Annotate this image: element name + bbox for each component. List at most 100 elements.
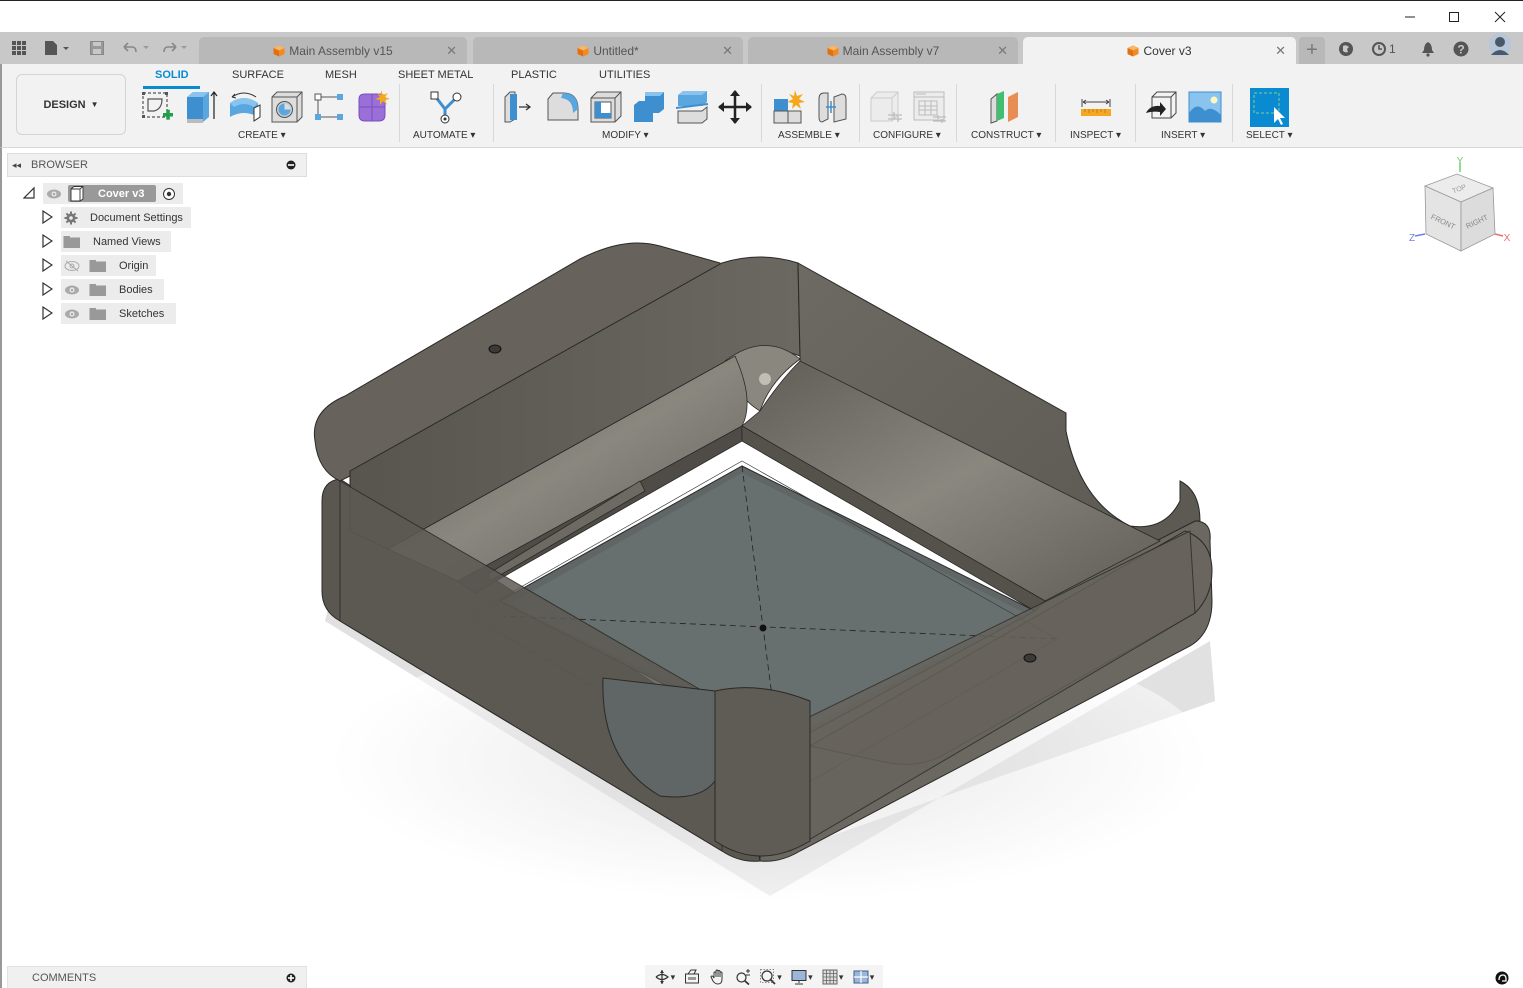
redo-button[interactable] [162,38,192,58]
press-pull-icon[interactable] [501,89,537,125]
fillet-icon[interactable] [545,89,581,125]
eye-icon[interactable] [64,284,80,296]
construct-menu[interactable]: CONSTRUCT ▾ [971,130,1041,141]
assemble-menu[interactable]: ASSEMBLE ▾ [778,130,840,141]
tab-sheet-metal[interactable]: SHEET METAL [398,69,473,81]
expand-icon[interactable] [41,210,53,224]
tree-item-bodies[interactable]: Bodies [64,280,153,299]
tab-close-button[interactable]: ✕ [722,43,733,59]
close-window-button[interactable] [1477,5,1523,29]
3d-viewport[interactable] [2,148,1523,988]
configuration-table-icon[interactable] [911,89,947,125]
notifications-button[interactable] [1421,40,1435,58]
add-comment-icon[interactable] [286,973,296,983]
extrude-icon[interactable] [183,89,219,125]
automate-icon[interactable] [428,89,464,125]
collapse-root-icon[interactable] [23,186,35,200]
tab-surface[interactable]: SURFACE [232,69,284,81]
document-tab-active[interactable]: Cover v3 ✕ [1023,37,1296,64]
tree-root-item[interactable]: Cover v3 [46,184,176,203]
eye-hidden-icon[interactable] [64,260,80,272]
create-form-icon[interactable] [355,89,391,125]
document-tab[interactable]: Untitled* ✕ [473,37,743,64]
combine-icon[interactable] [631,89,667,125]
expand-icon[interactable] [41,258,53,272]
shell-icon[interactable] [588,89,624,125]
tree-item-sketches[interactable]: Sketches [64,304,164,323]
automate-menu[interactable]: AUTOMATE ▾ [413,130,475,141]
automate-label: AUTOMATE [413,130,468,141]
insert-menu[interactable]: INSERT ▾ [1161,130,1205,141]
expand-icon[interactable] [41,234,53,248]
expand-icon[interactable] [41,306,53,320]
eye-icon[interactable] [46,188,62,200]
tab-close-button[interactable]: ✕ [446,43,457,59]
configure-menu[interactable]: CONFIGURE ▾ [873,130,941,141]
help-button[interactable]: ? [1453,40,1469,58]
browser-minimize-icon[interactable] [286,160,296,170]
tab-mesh[interactable]: MESH [325,69,357,81]
new-tab-button[interactable]: + [1299,37,1325,64]
pan-button[interactable] [710,969,726,985]
viewports-button[interactable]: ▾ [853,969,874,985]
measure-icon[interactable] [1078,89,1114,125]
navigation-bar: ▾ ▾ ▾ ▾ ▾ [645,965,883,988]
display-settings-button[interactable]: ▾ [791,969,813,985]
save-button[interactable] [90,38,104,58]
minimize-button[interactable] [1387,5,1433,29]
zoom-button[interactable] [735,969,751,985]
modify-menu[interactable]: MODIFY ▾ [602,130,649,141]
tree-item-named-views[interactable]: Named Views [63,232,161,251]
insert-derive-icon[interactable] [1144,89,1180,125]
create-sketch-icon[interactable] [140,89,176,125]
orbit-button[interactable]: ▾ [654,969,675,985]
undo-icon [123,42,149,53]
tab-close-button[interactable]: ✕ [1275,43,1286,59]
file-menu-button[interactable] [44,38,72,58]
configure-body-icon[interactable] [868,89,904,125]
hole-icon[interactable] [269,89,305,125]
joint-icon[interactable] [814,89,850,125]
undo-button[interactable] [122,38,152,58]
construct-plane-icon[interactable] [988,89,1024,125]
tab-solid[interactable]: SOLID [155,69,189,81]
grid-settings-button[interactable]: ▾ [822,969,843,985]
user-profile-button[interactable] [1488,33,1512,57]
mounting-hole [1023,653,1037,663]
insert-image-icon[interactable] [1187,89,1223,125]
feedback-icon[interactable] [1495,971,1509,985]
workspace-switcher[interactable]: DESIGN ▼ [16,74,126,135]
comments-panel[interactable]: COMMENTS [7,966,307,988]
expand-icon[interactable] [41,282,53,296]
fit-button[interactable]: ▾ [760,969,782,985]
extensions-button[interactable] [1338,40,1354,58]
viewcube[interactable]: TOP FRONT RIGHT Y Z X [1405,156,1515,261]
eye-icon[interactable] [64,308,80,320]
tab-close-button[interactable]: ✕ [997,43,1008,59]
tab-plastic[interactable]: PLASTIC [511,69,557,81]
apps-grid-button[interactable] [12,38,26,58]
rectangular-pattern-icon[interactable] [312,89,348,125]
tree-item-document-settings[interactable]: Document Settings [64,208,183,227]
model-render[interactable] [2,148,1523,988]
select-menu[interactable]: SELECT ▾ [1246,130,1293,141]
z-axis-label: Z [1409,233,1415,244]
document-tab[interactable]: Main Assembly v7 ✕ [748,37,1018,64]
select-icon[interactable] [1250,88,1289,127]
tab-label: Untitled* [593,43,639,58]
inspect-menu[interactable]: INSPECT ▾ [1070,130,1121,141]
new-component-icon[interactable] [771,89,807,125]
tab-utilities[interactable]: UTILITIES [599,69,650,81]
create-menu[interactable]: CREATE ▾ [238,130,286,141]
move-icon[interactable] [717,89,753,125]
revolve-icon[interactable] [226,89,262,125]
maximize-button[interactable] [1431,5,1477,29]
split-body-icon[interactable] [674,89,710,125]
collapse-browser-icon[interactable]: ◂◂ [12,160,21,171]
document-tab[interactable]: Main Assembly v15 ✕ [199,37,467,64]
tree-item-origin[interactable]: Origin [64,256,148,275]
activate-radio-icon[interactable] [162,187,176,201]
look-at-button[interactable] [684,969,700,985]
job-status-button[interactable]: 1 [1371,40,1396,58]
tab-label: Main Assembly v7 [842,43,940,58]
